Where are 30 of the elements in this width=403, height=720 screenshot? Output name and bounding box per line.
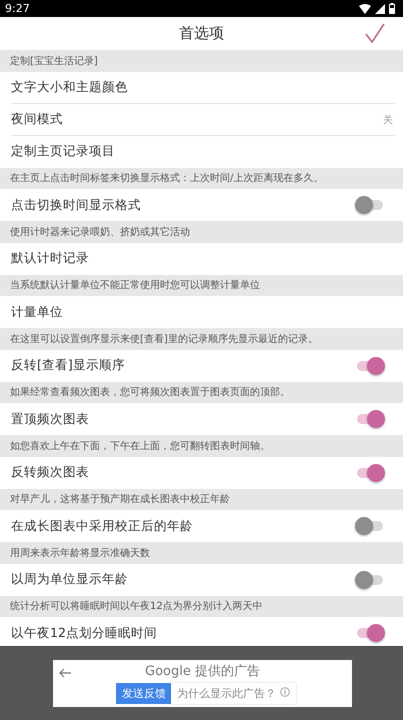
toggle-switch[interactable] [355,624,385,642]
screen-title: 首选项 [179,24,224,43]
preference-label[interactable]: 计量单位 [11,304,63,320]
preference-label[interactable]: 夜间模式 [11,111,63,128]
toggle-switch[interactable] [355,464,385,482]
checkmark-icon[interactable] [365,23,385,43]
toggle-switch[interactable] [355,570,385,588]
preference-label[interactable]: 定制主页记录项目 [11,143,115,160]
preference-value: 关 [383,114,393,126]
preference-label[interactable]: 默认计时记录 [11,250,89,267]
preference-label[interactable]: 置顶频次图表 [11,410,89,428]
back-arrow-icon[interactable] [59,668,71,678]
wifi-icon [359,4,371,14]
preference-label[interactable]: 以午夜12点划分睡眠时间 [11,624,157,642]
preference-label[interactable]: 点击切换时间显示格式 [11,196,141,214]
signal-icon [375,4,385,14]
ad-title: Google 提供的广告 [144,663,261,680]
status-time: 9:27 [5,2,30,15]
toggle-switch[interactable] [355,517,385,535]
toggle-switch[interactable] [355,410,385,428]
why-ad-button[interactable]: 为什么显示此广告？ [171,683,296,704]
preference-label[interactable]: 反转频次图表 [11,464,89,481]
toggle-switch[interactable] [355,356,385,374]
preference-label[interactable]: 反转[查看]显示顺序 [11,357,125,374]
battery-icon [389,3,395,14]
preference-label[interactable]: 文字大小和主题颜色 [11,79,128,96]
preference-label[interactable]: 以周为单位显示年龄 [11,571,128,588]
info-icon [280,687,290,697]
feedback-button[interactable]: 发送反馈 [116,683,172,704]
toggle-switch[interactable] [355,196,385,214]
